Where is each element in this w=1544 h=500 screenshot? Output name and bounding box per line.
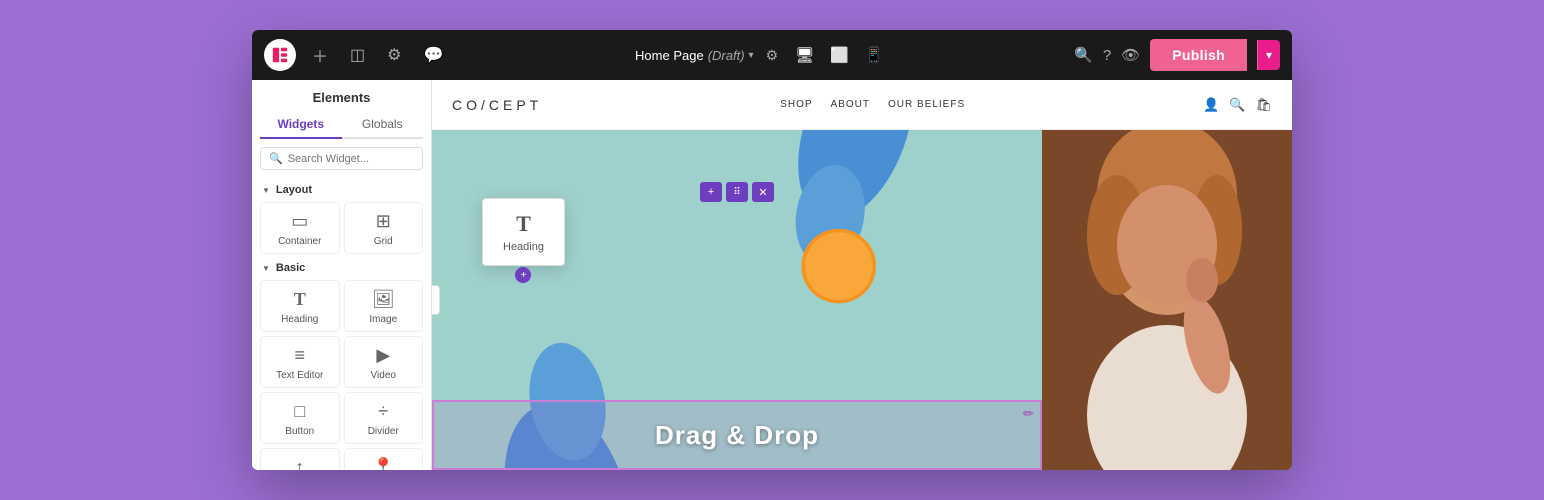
widget-container[interactable]: ▭ Container <box>260 202 340 254</box>
toolbar-left: ＋ ◫ ⚙ 💬 <box>264 39 449 71</box>
button-label: Button <box>285 426 314 437</box>
heading-icon: T <box>294 289 306 310</box>
cart-icon[interactable]: 🛍 <box>1255 97 1272 113</box>
settings-icon[interactable]: ⚙ <box>766 47 779 64</box>
canvas-right-section <box>1042 130 1292 470</box>
sidebar-tabs: Widgets Globals <box>260 111 423 139</box>
nav-about[interactable]: ABOUT <box>831 99 870 110</box>
video-icon: ▶ <box>376 345 390 366</box>
spacer-icon: ↕ <box>295 457 304 470</box>
search-toolbar-icon[interactable]: 🔍 <box>1074 46 1093 64</box>
context-bar: + ⠿ ✕ <box>700 182 774 202</box>
sidebar: Elements Widgets Globals 🔍 ▼ Layout ▭ Co… <box>252 80 432 470</box>
publish-button[interactable]: Publish <box>1150 39 1247 71</box>
video-label: Video <box>371 370 396 381</box>
main-content: Elements Widgets Globals 🔍 ▼ Layout ▭ Co… <box>252 80 1292 470</box>
drag-drop-overlay: Drag & Drop ✏ <box>432 400 1042 470</box>
heading-drag-icon: T <box>516 211 531 237</box>
layers-icon[interactable]: ◫ <box>344 41 371 69</box>
tab-widgets[interactable]: Widgets <box>260 111 342 139</box>
google-maps-icon: 📍 <box>372 457 394 470</box>
site-navbar: CO/CEPT SHOP ABOUT OUR BELIEFS 👤 🔍 🛍 <box>432 80 1292 130</box>
user-icon[interactable]: 👤 <box>1203 97 1219 113</box>
heading-label: Heading <box>281 314 318 325</box>
drag-drop-text: Drag & Drop <box>655 420 819 451</box>
container-icon: ▭ <box>291 211 308 232</box>
site-nav-icons: 👤 🔍 🛍 <box>1203 97 1272 113</box>
drop-indicator: + <box>515 267 531 283</box>
context-grid-btn[interactable]: ⠿ <box>726 182 748 202</box>
widget-google-maps[interactable]: 📍 Google Maps <box>344 448 424 470</box>
chat-icon[interactable]: 💬 <box>417 41 449 69</box>
page-title-text: Home Page <box>635 48 704 63</box>
widget-image[interactable]: 🖼 Image <box>344 280 424 332</box>
widget-spacer[interactable]: ↕ Spacer <box>260 448 340 470</box>
tab-globals[interactable]: Globals <box>342 111 424 137</box>
nav-our-beliefs[interactable]: OUR BELIEFS <box>888 99 965 110</box>
heading-widget-drag: T Heading + <box>482 198 565 266</box>
layout-section-header: ▼ Layout <box>252 178 431 200</box>
image-icon: 🖼 <box>372 289 395 310</box>
nav-shop[interactable]: SHOP <box>780 99 812 110</box>
draft-label: (Draft) <box>708 48 745 63</box>
canvas-image-bg: Drag & Drop ✏ T Heading + <box>432 130 1042 470</box>
container-label: Container <box>278 236 321 247</box>
edit-pencil-icon[interactable]: ✏ <box>1023 406 1034 422</box>
layout-widgets-grid: ▭ Container ⊞ Grid <box>252 200 431 256</box>
collapse-panel-arrow[interactable]: ‹ <box>432 285 440 315</box>
site-nav-links: SHOP ABOUT OUR BELIEFS <box>780 99 965 110</box>
site-logo: CO/CEPT <box>452 97 542 113</box>
page-title: Home Page (Draft) ▾ <box>635 48 754 63</box>
publish-chevron-button[interactable]: ▾ <box>1257 40 1280 70</box>
sidebar-title: Elements <box>252 80 431 111</box>
add-icon[interactable]: ＋ <box>306 39 334 71</box>
button-icon: □ <box>294 401 305 422</box>
toolbar-right: 🔍 ? 👁 Publish ▾ <box>1074 39 1280 71</box>
search-input[interactable] <box>288 153 414 165</box>
layout-toggle[interactable]: ▼ <box>262 186 270 195</box>
customize-icon[interactable]: ⚙ <box>381 41 407 69</box>
canvas-left-section: Drag & Drop ✏ T Heading + <box>432 130 1042 470</box>
text-editor-icon: ≡ <box>294 345 305 366</box>
tablet-view-btn[interactable]: ⬜ <box>825 44 854 66</box>
canvas-body: Drag & Drop ✏ T Heading + <box>432 130 1292 470</box>
context-add-btn[interactable]: + <box>700 182 722 202</box>
site-preview: CO/CEPT SHOP ABOUT OUR BELIEFS 👤 🔍 🛍 <box>432 80 1292 470</box>
widget-divider[interactable]: ÷ Divider <box>344 392 424 444</box>
elementor-logo[interactable] <box>264 39 296 71</box>
mobile-view-btn[interactable]: 📱 <box>860 44 889 66</box>
search-box[interactable]: 🔍 <box>260 147 423 170</box>
grid-icon: ⊞ <box>376 211 391 232</box>
text-editor-label: Text Editor <box>276 370 323 381</box>
top-toolbar: ＋ ◫ ⚙ 💬 Home Page (Draft) ▾ ⚙ 🖥 ⬜ 📱 🔍 ? … <box>252 30 1292 80</box>
canvas: CO/CEPT SHOP ABOUT OUR BELIEFS 👤 🔍 🛍 <box>432 80 1292 470</box>
heading-drag-label: Heading <box>503 241 544 253</box>
basic-section-label: Basic <box>276 262 305 274</box>
desktop-view-btn[interactable]: 🖥 <box>790 44 819 66</box>
right-photo <box>1042 130 1292 470</box>
grid-label: Grid <box>374 236 393 247</box>
divider-icon: ÷ <box>378 401 388 422</box>
search-nav-icon[interactable]: 🔍 <box>1229 97 1245 113</box>
preview-icon[interactable]: 👁 <box>1121 46 1140 64</box>
widget-video[interactable]: ▶ Video <box>344 336 424 388</box>
basic-section-header: ▼ Basic <box>252 256 431 278</box>
help-icon[interactable]: ? <box>1103 47 1111 64</box>
basic-widgets-grid: T Heading 🖼 Image ≡ Text Editor ▶ Video … <box>252 278 431 470</box>
layout-section-label: Layout <box>276 184 312 196</box>
widget-heading[interactable]: T Heading <box>260 280 340 332</box>
widget-button[interactable]: □ Button <box>260 392 340 444</box>
editor-window: ＋ ◫ ⚙ 💬 Home Page (Draft) ▾ ⚙ 🖥 ⬜ 📱 🔍 ? … <box>252 30 1292 470</box>
page-title-chevron[interactable]: ▾ <box>749 50 754 61</box>
widget-grid[interactable]: ⊞ Grid <box>344 202 424 254</box>
image-label: Image <box>369 314 397 325</box>
search-icon: 🔍 <box>269 152 283 165</box>
divider-label: Divider <box>368 426 399 437</box>
context-close-btn[interactable]: ✕ <box>752 182 774 202</box>
widget-text-editor[interactable]: ≡ Text Editor <box>260 336 340 388</box>
toolbar-center: Home Page (Draft) ▾ ⚙ 🖥 ⬜ 📱 <box>449 44 1074 66</box>
basic-toggle[interactable]: ▼ <box>262 264 270 273</box>
device-buttons: 🖥 ⬜ 📱 <box>790 44 888 66</box>
